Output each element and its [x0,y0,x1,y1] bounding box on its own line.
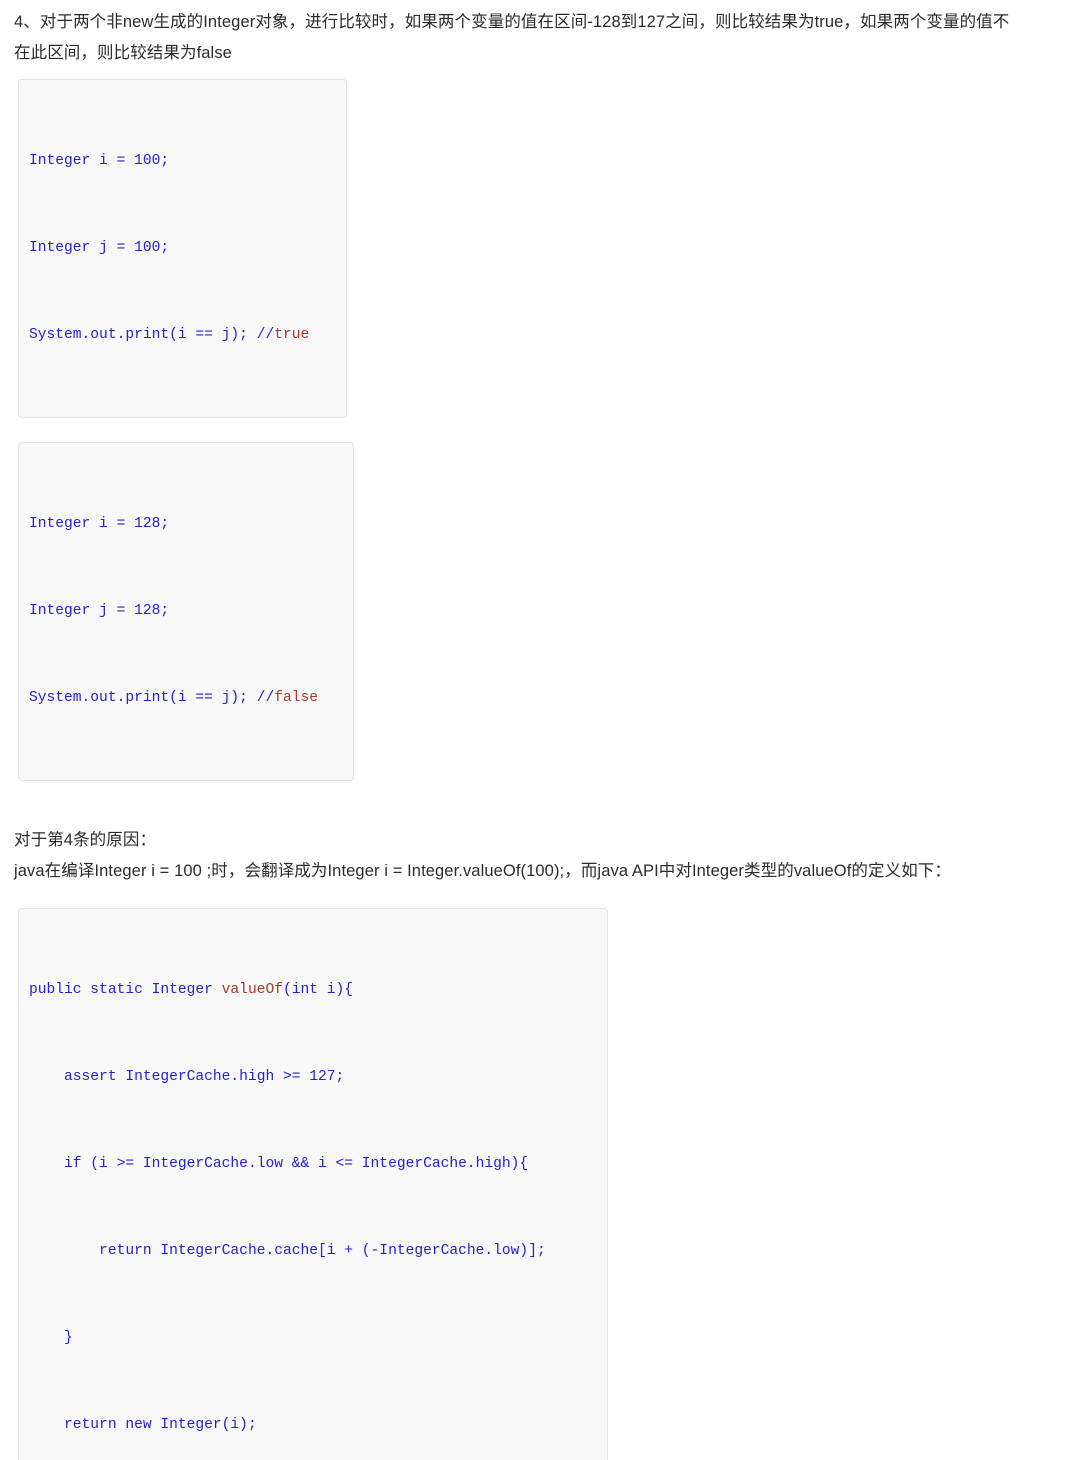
code-block-true[interactable]: Integer i = 100; Integer j = 100; System… [18,79,347,418]
code-line: if (i >= IntegerCache.low && i <= Intege… [29,1150,595,1179]
code-comment-slashes: // [256,327,275,343]
code-block-valueof[interactable]: public static Integer valueOf(int i){ as… [18,908,608,1460]
code-text: Integer j = 128; [29,603,170,619]
code-text: (int i){ [282,982,354,998]
intro-paragraph: 4、对于两个非new生成的Integer对象，进行比较时，如果两个变量的值在区间… [14,13,1010,62]
code-line: return IntegerCache.cache[i + (-IntegerC… [29,1237,595,1266]
code-text: System.out.print(i == j); [29,690,257,706]
code-text: public static Integer [29,982,222,998]
code-line: public static Integer valueOf(int i){ [29,976,595,1005]
code-text: return IntegerCache.cache[i + (-IntegerC… [29,1243,546,1259]
code-comment-slashes: // [256,690,275,706]
code-block-false[interactable]: Integer i = 128; Integer j = 128; System… [18,442,354,781]
code-line: return new Integer(i); [29,1411,595,1440]
code-comment-literal: false [274,690,319,706]
reason-heading: 对于第4条的原因： [14,831,157,849]
code-function-name: valueOf [221,982,283,998]
code-line: } [29,1324,595,1353]
code-text: assert IntegerCache.high >= 127; [29,1069,345,1085]
code-text: } [29,1330,73,1346]
code-line: Integer i = 128; [29,510,341,539]
code-text: if (i >= IntegerCache.low && i <= Intege… [29,1156,529,1172]
code-line: Integer j = 100; [29,234,334,263]
code-line: System.out.print(i == j); //true [29,321,334,350]
code-line: assert IntegerCache.high >= 127; [29,1063,595,1092]
code-comment-literal: true [274,327,310,343]
code-text: Integer i = 128; [29,516,170,532]
code-line: Integer i = 100; [29,147,334,176]
document-page: 4、对于两个非new生成的Integer对象，进行比较时，如果两个变量的值在区间… [0,0,1067,1460]
code-text: Integer j = 100; [29,240,170,256]
reason-body: java在编译Integer i = 100 ;时，会翻译成为Integer i… [14,862,951,880]
code-line: Integer j = 128; [29,597,341,626]
code-text: return new Integer(i); [29,1417,257,1433]
code-line: System.out.print(i == j); //false [29,684,341,713]
code-text: System.out.print(i == j); [29,327,257,343]
code-text: Integer i = 100; [29,153,170,169]
